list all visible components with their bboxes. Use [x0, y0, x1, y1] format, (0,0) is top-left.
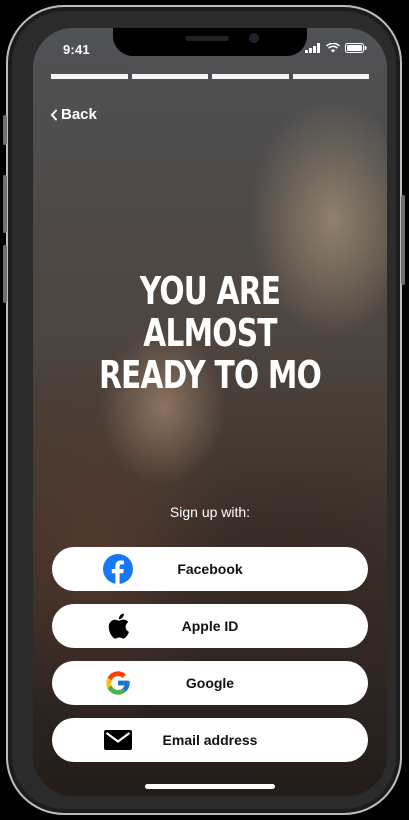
wifi-icon — [326, 43, 340, 53]
power-button — [401, 195, 405, 285]
apple-signup-button[interactable]: Apple ID — [52, 604, 368, 648]
progress-step — [131, 74, 208, 79]
google-signup-button[interactable]: Google — [52, 661, 368, 705]
signal-icon — [305, 43, 320, 53]
chevron-left-icon — [50, 109, 57, 120]
status-icons — [305, 43, 367, 53]
headline-line-1: YOU ARE ALMOST — [139, 269, 281, 355]
headline-line-2: READY TO MO — [98, 353, 322, 397]
progress-step — [292, 74, 369, 79]
notch — [113, 28, 307, 56]
battery-icon — [345, 43, 367, 53]
google-icon — [102, 661, 134, 705]
progress-step — [212, 74, 289, 79]
progress-step — [51, 74, 128, 79]
apple-icon — [102, 604, 134, 648]
facebook-signup-button[interactable]: Facebook — [52, 547, 368, 591]
home-indicator[interactable] — [145, 784, 275, 789]
page-title: YOU ARE ALMOST READY TO MO — [72, 270, 348, 396]
speaker-grille — [185, 36, 229, 41]
signup-label: Sign up with: — [169, 504, 251, 520]
back-button[interactable]: Back — [50, 106, 97, 123]
volume-up-button — [3, 175, 7, 233]
envelope-icon — [102, 718, 134, 762]
status-time: 9:41 — [63, 42, 90, 57]
phone-screen: 9:41 Back YOU ARE ALMOST READY TO MO Sig… — [33, 28, 387, 796]
facebook-icon — [102, 547, 134, 591]
email-signup-button[interactable]: Email address — [52, 718, 368, 762]
mute-switch — [3, 115, 7, 145]
volume-down-button — [3, 245, 7, 303]
onboarding-progress — [51, 74, 369, 79]
front-camera — [249, 33, 259, 43]
back-label: Back — [61, 106, 97, 123]
